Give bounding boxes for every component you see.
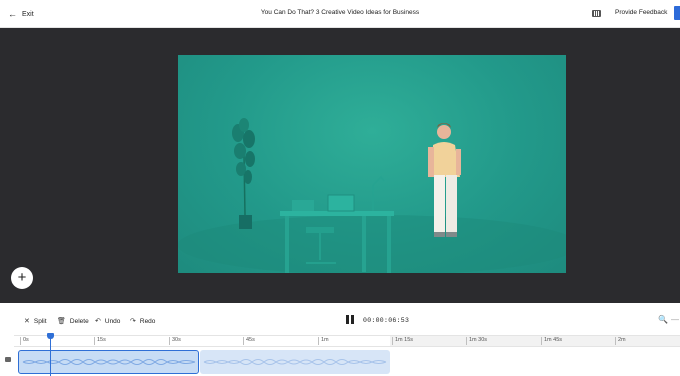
project-title: You Can Do That? 3 Creative Video Ideas … — [260, 9, 420, 16]
timeline-ruler-empty-region — [390, 336, 680, 346]
undo-label: Undo — [104, 317, 121, 325]
video-preview[interactable] — [178, 55, 566, 273]
undo-button[interactable]: ↶ Undo — [95, 317, 121, 326]
timeline-tick: 45s — [243, 337, 255, 345]
redo-label: Redo — [139, 317, 156, 325]
plant-illustration — [232, 118, 255, 229]
timeline-tick: 1m 30s — [466, 337, 487, 345]
clip[interactable] — [200, 350, 390, 374]
playhead-handle[interactable] — [47, 333, 54, 339]
split-label: Split — [33, 317, 47, 325]
preview-stage: + — [0, 28, 680, 303]
waveform-graphic — [203, 359, 387, 365]
delete-button[interactable]: 🗑 Delete — [57, 317, 89, 326]
timeline-tick: 2m — [615, 337, 626, 345]
timeline-tick: 0s — [20, 337, 29, 345]
waveform-graphic — [22, 359, 196, 365]
provide-feedback-button[interactable]: Provide Feedback — [615, 9, 667, 16]
export-button-edge[interactable] — [674, 6, 680, 20]
add-media-button[interactable]: + — [11, 267, 33, 289]
timeline-tick: 1m 15s — [392, 337, 413, 345]
timeline-tick: 30s — [169, 337, 181, 345]
undo-icon: ↶ — [95, 318, 101, 325]
zoom-icon[interactable]: 🔍 — [658, 315, 668, 324]
timecode-display: 00:00:06:53 — [363, 317, 410, 324]
playhead-line[interactable] — [50, 335, 51, 376]
trash-icon: 🗑 — [57, 318, 66, 325]
timeline-tick: 1m 45s — [541, 337, 562, 345]
top-bar: ← Exit You Can Do That? 3 Creative Video… — [0, 0, 680, 28]
video-frame-illustration — [178, 118, 566, 273]
redo-icon: ↷ — [130, 318, 136, 325]
track-type-icon — [5, 357, 11, 362]
timeline-tick: 1m — [318, 337, 329, 345]
timeline-tick: 15s — [94, 337, 106, 345]
redo-button[interactable]: ↷ Redo — [130, 317, 156, 326]
split-button[interactable]: ✕ Split — [24, 317, 47, 326]
keyboard-shortcuts-icon[interactable] — [592, 10, 601, 17]
pause-icon[interactable] — [346, 315, 354, 324]
editing-toolbar: ✕ Split 🗑 Delete ↶ Undo ↷ Redo 00:00:06:… — [0, 303, 680, 335]
selected-clip[interactable] — [18, 350, 199, 374]
delete-label: Delete — [69, 317, 89, 325]
zoom-slider-edge[interactable]: — — [671, 315, 679, 324]
scissors-icon: ✕ — [24, 318, 30, 325]
